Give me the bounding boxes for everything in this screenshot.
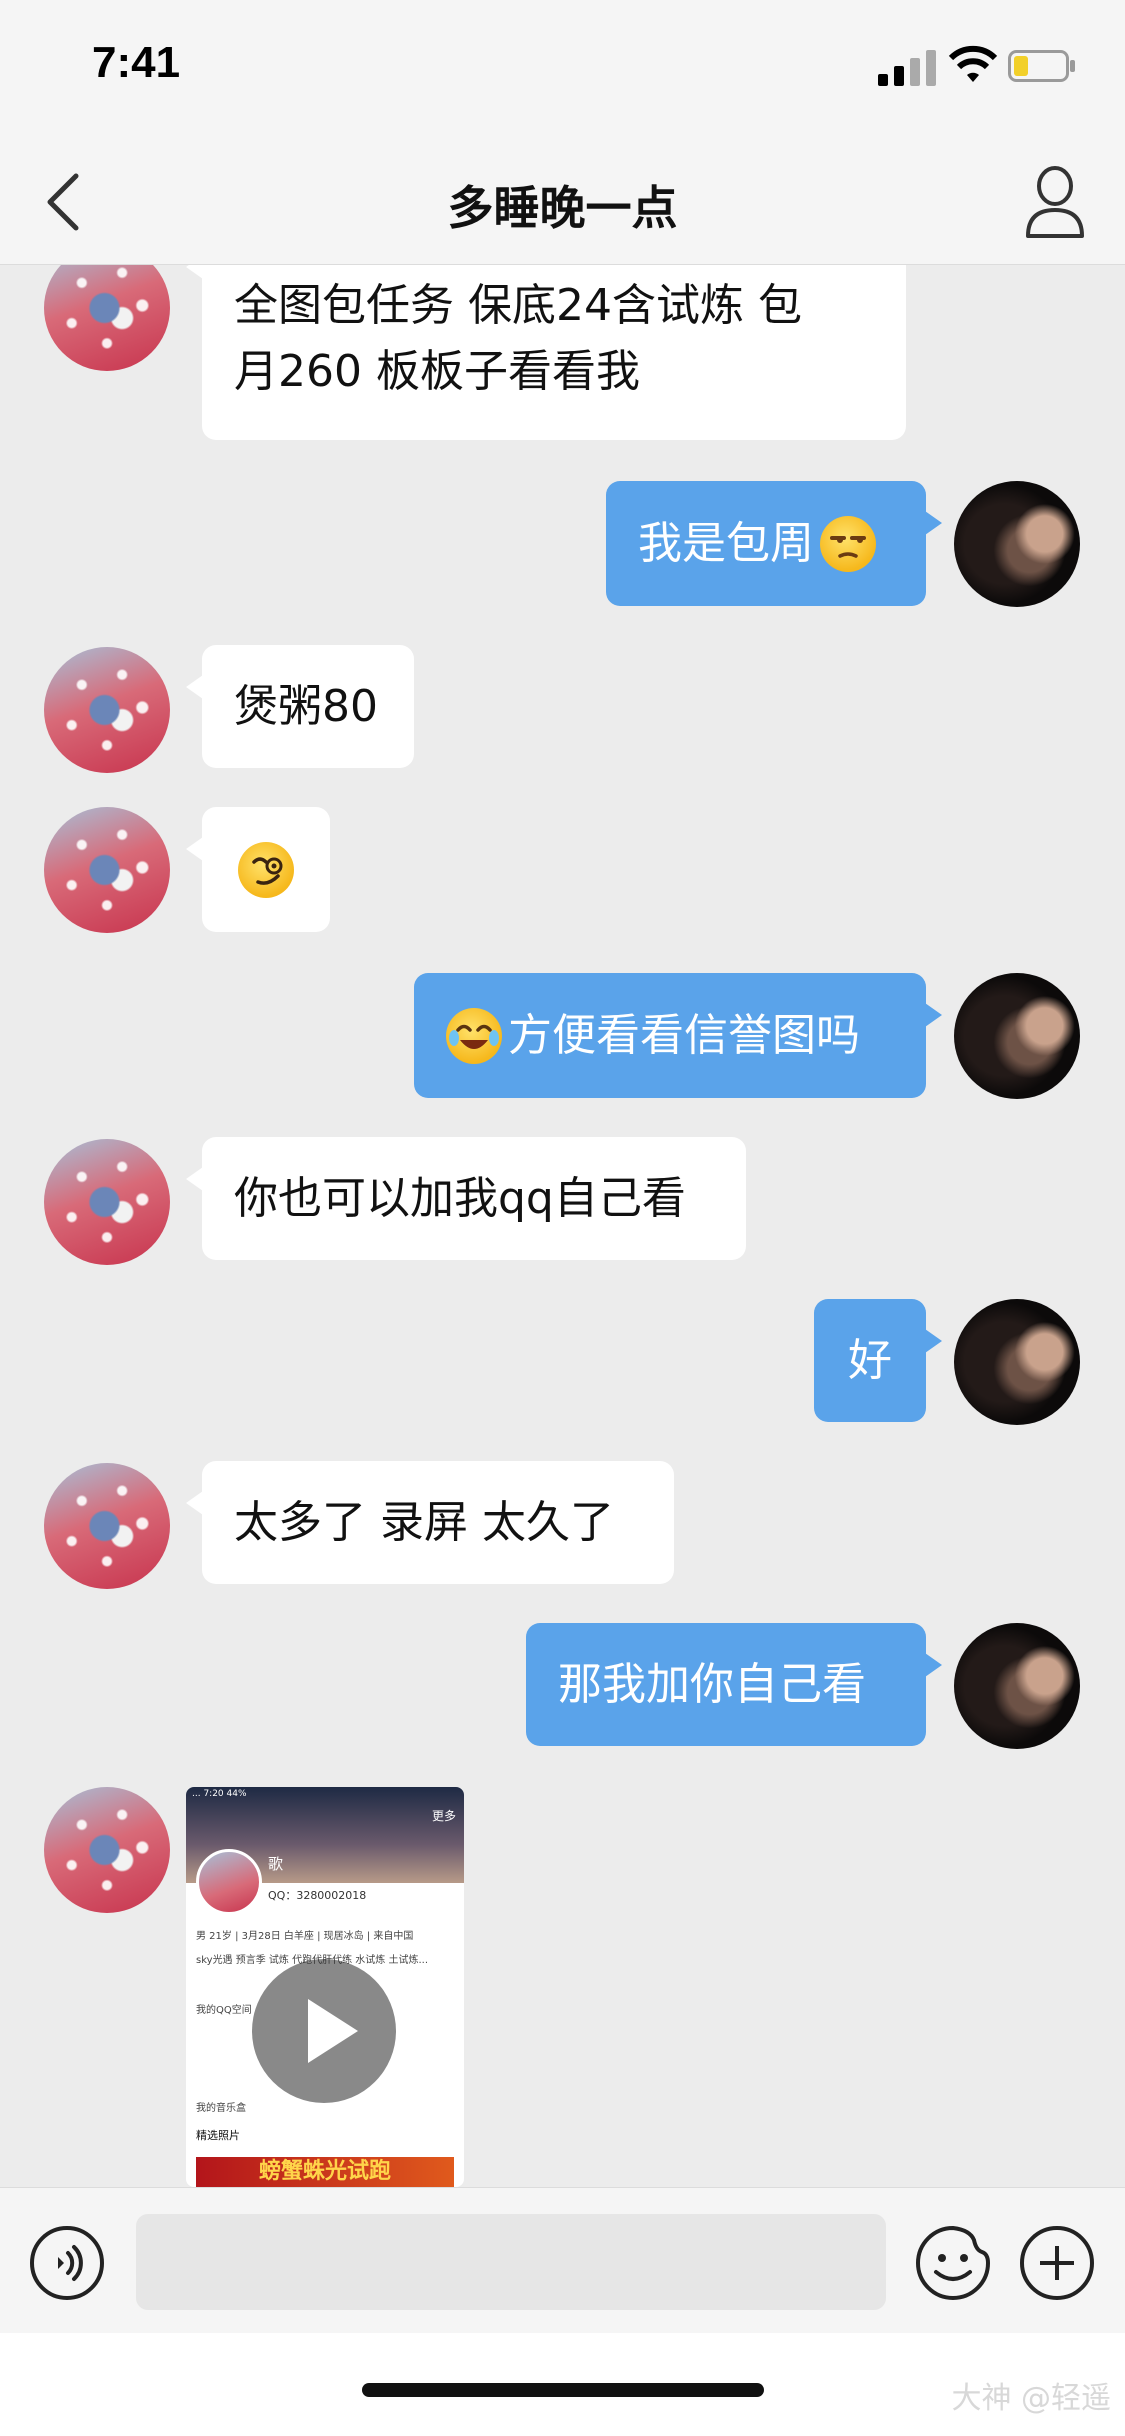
add-button[interactable] <box>1020 2226 1094 2300</box>
home-indicator[interactable] <box>362 2383 764 2397</box>
message-text: 好 <box>848 1334 892 1386</box>
tears-of-joy-face-icon <box>446 1007 502 1064</box>
play-icon[interactable] <box>252 1959 396 2103</box>
message-bubble[interactable]: 你也可以加我qq自己看 <box>186 1137 746 1260</box>
message-text: 你也可以加我qq自己看 <box>234 1172 686 1224</box>
video-thumb-line: 男 21岁 | 3月28日 白羊座 | 现居冰岛 | 来自中国 <box>196 1931 414 1942</box>
nav-bar: 多睡晚一点 <box>0 140 1125 265</box>
message-input[interactable] <box>136 2214 886 2310</box>
battery-icon <box>1008 50 1075 82</box>
smirk-face-icon <box>238 841 294 898</box>
watermark: 大神 @轻遥 <box>951 2381 1111 2416</box>
message-bubble[interactable]: 全图包任务 保底24含试炼 包 月260 板板子看看我 <box>186 265 906 440</box>
message-bubble[interactable]: 煲粥80 <box>186 645 414 768</box>
input-bar <box>0 2187 1125 2334</box>
video-thumb-avatar <box>196 1849 262 1915</box>
message-text: 我是包周 <box>638 517 814 569</box>
message-bubble[interactable]: 那我加你自己看 <box>526 1623 942 1746</box>
video-thumb-name: 歌 <box>268 1855 284 1873</box>
home-area: 大神 @轻遥 <box>0 2333 1125 2436</box>
message-text: 那我加你自己看 <box>558 1658 866 1710</box>
video-thumb-banner: 螃蟹蛛光试跑 <box>196 2157 454 2187</box>
self-avatar[interactable] <box>954 973 1080 1099</box>
self-avatar[interactable] <box>954 1299 1080 1425</box>
voice-icon <box>58 2245 83 2281</box>
video-thumb-line: 我的QQ空间 <box>196 2005 252 2016</box>
video-thumb-line: 我的音乐盒 <box>196 2103 246 2114</box>
contact-avatar[interactable] <box>44 1463 170 1589</box>
signal-icon <box>878 50 938 86</box>
message-text: 煲粥80 <box>234 680 378 732</box>
contact-avatar[interactable] <box>44 265 170 371</box>
status-time: 7:41 <box>92 38 181 87</box>
message-text: 太多了 录屏 太久了 <box>234 1496 614 1548</box>
message-bubble[interactable]: 好 <box>814 1299 942 1422</box>
message-list: 全图包任务 保底24含试炼 包 月260 板板子看看我 我是包周 煲粥80 方便… <box>0 265 1125 2187</box>
message-bubble[interactable] <box>186 807 330 932</box>
self-avatar[interactable] <box>954 481 1080 607</box>
contact-avatar[interactable] <box>44 807 170 933</box>
self-avatar[interactable] <box>954 1623 1080 1749</box>
message-bubble[interactable]: 我是包周 <box>606 481 942 606</box>
video-thumb-status: ... 7:20 44% <box>192 1789 247 1799</box>
wifi-icon <box>948 45 998 82</box>
contact-avatar[interactable] <box>44 1787 170 1913</box>
unamused-face-icon <box>820 515 876 572</box>
video-thumb-line: 精选照片 <box>196 2129 240 2142</box>
contact-avatar[interactable] <box>44 1139 170 1265</box>
voice-button[interactable] <box>30 2226 104 2300</box>
message-bubble[interactable]: 太多了 录屏 太久了 <box>186 1461 674 1584</box>
message-bubble[interactable]: 方便看看信誉图吗 <box>414 973 942 1098</box>
page-title: 多睡晚一点 <box>447 181 678 235</box>
message-text: 方便看看信誉图吗 <box>508 1009 860 1061</box>
status-bar: 7:41 <box>0 0 1125 140</box>
contact-avatar[interactable] <box>44 647 170 773</box>
video-thumb-more: 更多 <box>431 1809 456 1823</box>
video-thumb-qq: QQ：3280002018 <box>268 1889 367 1902</box>
emoji-button[interactable] <box>914 2224 992 2302</box>
profile-button[interactable] <box>1022 164 1088 240</box>
message-text: 全图包任务 保底24含试炼 包 月260 板板子看看我 <box>234 280 802 397</box>
